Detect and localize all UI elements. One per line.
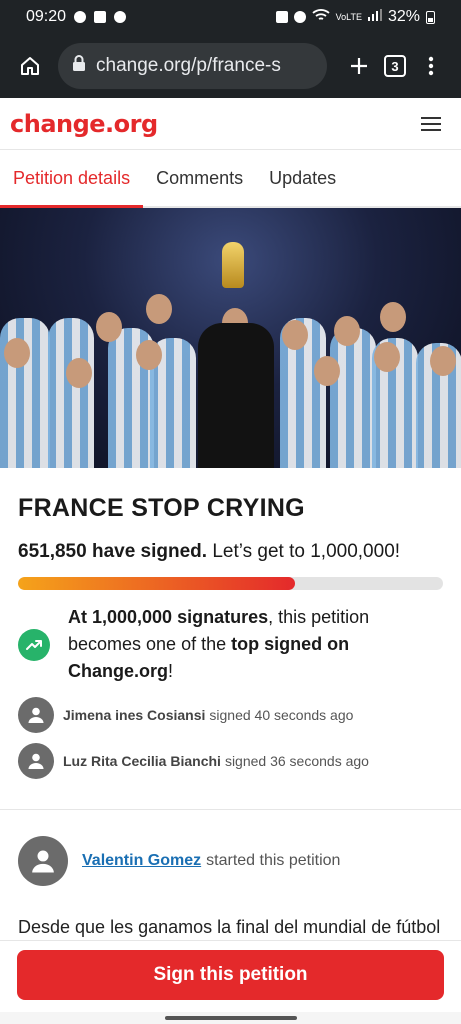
person-icon: [28, 753, 44, 769]
milestone-target: At 1,000,000 signatures: [68, 607, 269, 627]
petition-tabs: Petition details Comments Updates: [0, 150, 461, 208]
tab-switcher-button[interactable]: 3: [377, 48, 413, 84]
tab-updates[interactable]: Updates: [256, 168, 349, 206]
sticky-cta-bar: Sign this petition: [0, 940, 461, 1012]
browser-menu-button[interactable]: [413, 48, 449, 84]
starter-action: started this petition: [206, 852, 341, 869]
milestone-end: !: [168, 661, 174, 681]
signature-count: 651,850 have signed. Let’s get to 1,000,…: [18, 541, 443, 563]
status-bar: 09:20 VoLTE 32%: [0, 0, 461, 34]
plus-icon: [351, 58, 367, 74]
signer-name: Jimena ines Cosiansi: [63, 707, 206, 723]
lock-icon: [72, 54, 86, 78]
home-gesture-handle[interactable]: [165, 1016, 297, 1020]
avatar: [18, 743, 54, 779]
home-button[interactable]: [12, 48, 48, 84]
goal-text: Let’s get to 1,000,000!: [212, 541, 401, 562]
address-bar[interactable]: change.org/p/france-s: [58, 43, 327, 89]
trending-up-icon: [18, 628, 50, 661]
tab-count: 3: [384, 55, 406, 77]
signal-icon: [367, 8, 382, 26]
gallery-icon: [94, 11, 107, 23]
signed-count: 651,850 have signed.: [18, 541, 208, 562]
petition-title: FRANCE STOP CRYING: [18, 494, 305, 522]
signer-action: signed 40 seconds ago: [209, 707, 354, 723]
person-icon: [32, 850, 54, 873]
starter-name-link[interactable]: Valentin Gomez: [82, 852, 201, 870]
change-org-logo[interactable]: change.org: [10, 110, 158, 138]
lock-status-icon: [275, 11, 288, 23]
cloud-icon: [74, 11, 87, 23]
sign-petition-button[interactable]: Sign this petition: [17, 950, 444, 1000]
alarm-icon: [293, 11, 306, 23]
new-tab-button[interactable]: [341, 48, 377, 84]
signature-progress-bar: [18, 577, 443, 590]
status-time: 09:20: [26, 8, 67, 25]
avatar: [18, 697, 54, 733]
url-text: change.org/p/france-s: [96, 55, 281, 76]
starter-avatar: [18, 836, 68, 886]
browser-toolbar: change.org/p/france-s 3: [0, 34, 461, 98]
battery-icon: [426, 10, 435, 24]
wifi-icon: [312, 8, 330, 27]
signer-action: signed 36 seconds ago: [224, 753, 369, 769]
milestone-notice: At 1,000,000 signatures, this petition b…: [18, 604, 443, 685]
person-icon: [28, 707, 44, 723]
network-type: VoLTE: [335, 11, 362, 22]
petition-content: FRANCE STOP CRYING 651,850 have signed. …: [0, 494, 461, 779]
more-vert-icon: [428, 56, 434, 76]
trophy-graphic: [222, 242, 244, 288]
menu-icon[interactable]: [421, 116, 441, 131]
site-header: change.org: [0, 98, 461, 150]
home-icon: [21, 57, 39, 75]
battery-percent: 32%: [387, 8, 420, 25]
progress-fill: [18, 577, 296, 590]
recent-signer: Jimena ines Cosiansi signed 40 seconds a…: [18, 697, 443, 733]
milestone-text: At 1,000,000 signatures, this petition b…: [68, 604, 443, 685]
petition-hero-image: [0, 208, 461, 468]
tab-petition-details[interactable]: Petition details: [0, 168, 144, 208]
recent-signer: Luz Rita Cecilia Bianchi signed 36 secon…: [18, 743, 443, 779]
petition-starter: Valentin Gomez started this petition: [0, 810, 461, 886]
tab-comments[interactable]: Comments: [143, 168, 256, 206]
signer-name: Luz Rita Cecilia Bianchi: [63, 753, 221, 769]
system-nav-bar: [0, 1012, 461, 1024]
facebook-icon: [114, 11, 127, 23]
